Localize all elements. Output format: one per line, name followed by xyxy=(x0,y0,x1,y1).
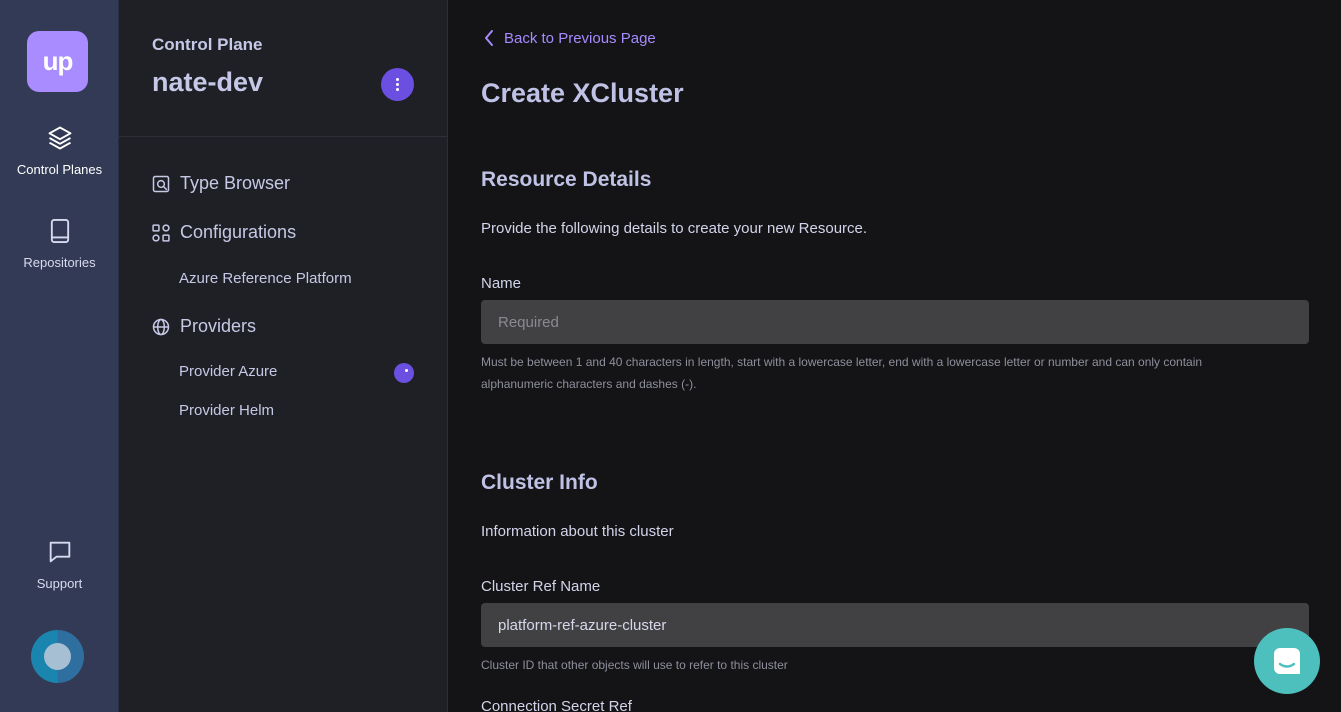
layers-icon xyxy=(48,126,71,150)
rail-label-support: Support xyxy=(36,576,83,591)
book-icon xyxy=(50,218,69,244)
panel-header: Control Plane nate-dev xyxy=(119,0,447,137)
avatar-dot xyxy=(44,643,71,670)
page-title: Create XCluster xyxy=(481,78,684,108)
resource-details-desc: Provide the following details to create … xyxy=(481,220,868,237)
type-browser-icon xyxy=(152,175,170,192)
rail-label-control-planes: Control Planes xyxy=(16,162,103,177)
control-plane-name: nate-dev xyxy=(152,67,264,97)
back-link[interactable]: Back to Previous Page xyxy=(483,29,656,47)
cluster-info-desc: Information about this cluster xyxy=(481,523,674,540)
rail-label-repositories: Repositories xyxy=(23,255,96,270)
nav-type-browser[interactable]: Type Browser xyxy=(151,173,290,194)
nav-configurations-label: Configurations xyxy=(180,222,297,242)
main-content: Back to Previous Page Create XCluster Re… xyxy=(448,0,1341,712)
cluster-info-title: Cluster Info xyxy=(481,471,598,494)
logo-text: up xyxy=(42,46,74,76)
name-input[interactable] xyxy=(481,300,1309,344)
config-item-azure-reference-platform[interactable]: Azure Reference Platform xyxy=(179,270,352,287)
more-options-button[interactable] xyxy=(381,68,414,101)
provider-item-helm[interactable]: Provider Helm xyxy=(179,402,274,419)
connection-secret-ref-label: Connection Secret Ref xyxy=(481,698,632,712)
cluster-ref-name-help: Cluster ID that other objects will use t… xyxy=(481,658,788,672)
globe-icon xyxy=(152,318,170,335)
nav-providers[interactable]: Providers xyxy=(151,316,256,337)
user-avatar[interactable] xyxy=(31,630,84,683)
configurations-icon xyxy=(152,223,170,242)
resource-details-title: Resource Details xyxy=(481,168,652,191)
nav-configurations[interactable]: Configurations xyxy=(151,222,296,243)
control-plane-panel: Control Plane nate-dev Type Browser Conf… xyxy=(119,0,448,712)
back-link-label: Back to Previous Page xyxy=(504,29,656,47)
rail-item-control-planes[interactable]: Control Planes xyxy=(0,124,119,177)
intercom-icon xyxy=(1274,648,1300,674)
chevron-left-icon xyxy=(485,30,493,46)
nav-providers-label: Providers xyxy=(180,316,257,336)
app-rail: up Control Planes Repositories Support xyxy=(0,0,119,712)
control-plane-label: Control Plane xyxy=(152,35,263,54)
name-help: Must be between 1 and 40 characters in l… xyxy=(481,351,1309,395)
cluster-ref-name-input[interactable] xyxy=(481,603,1309,647)
upbound-logo[interactable]: up xyxy=(27,31,88,92)
rail-item-support[interactable]: Support xyxy=(0,538,119,591)
nav-type-browser-label: Type Browser xyxy=(180,173,291,193)
chat-icon xyxy=(49,541,70,563)
intercom-chat-button[interactable] xyxy=(1254,628,1320,694)
provider-item-azure[interactable]: Provider Azure xyxy=(179,363,277,380)
cluster-ref-name-label: Cluster Ref Name xyxy=(481,578,601,595)
name-label: Name xyxy=(481,275,522,292)
rail-item-repositories[interactable]: Repositories xyxy=(0,217,119,270)
provider-status-indicator xyxy=(394,363,414,383)
name-help-line-2: alphanumeric characters and dashes (-). xyxy=(481,377,697,391)
name-help-line-1: Must be between 1 and 40 characters in l… xyxy=(481,355,1203,369)
